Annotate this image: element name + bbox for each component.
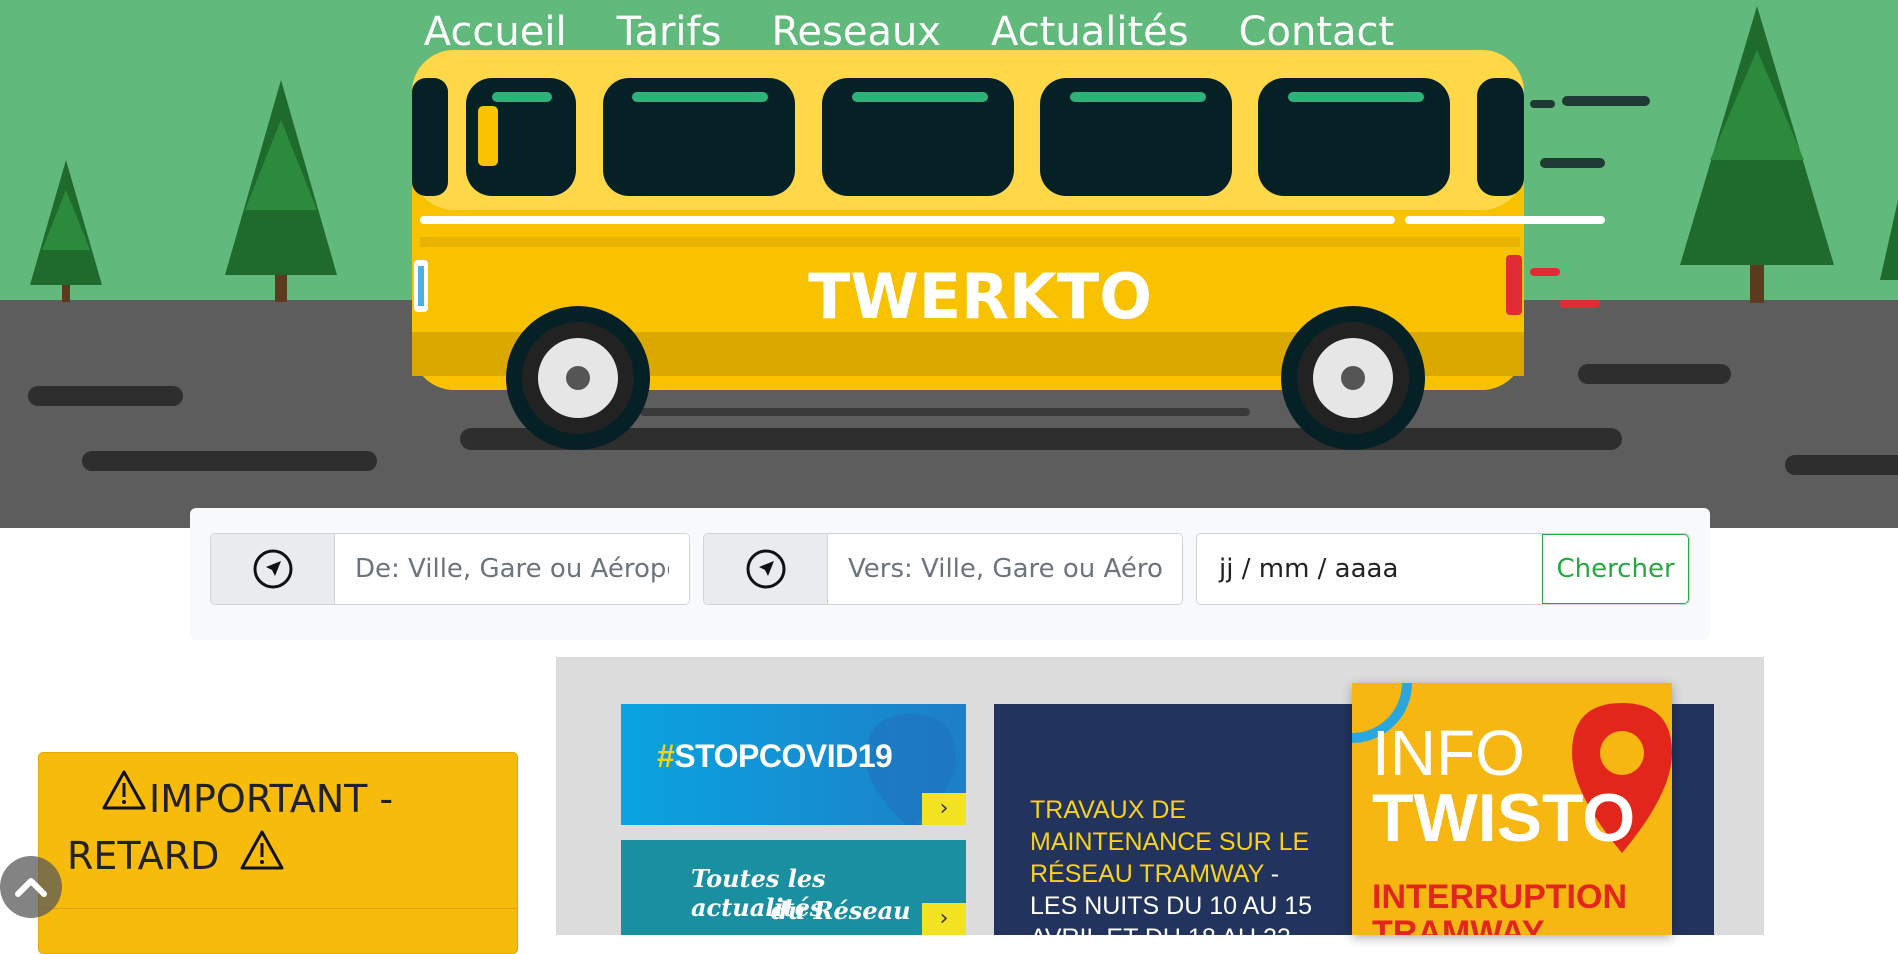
from-group	[210, 533, 690, 605]
to-group	[703, 533, 1183, 605]
stopcovid-card[interactable]: #STOPCOVID19 ›	[621, 704, 966, 825]
stopcovid-hash: #	[657, 738, 675, 774]
nav-accueil[interactable]: Accueil	[424, 8, 567, 56]
hero-banner: TWERKTO	[0, 0, 1898, 528]
chevron-up-icon	[15, 878, 47, 897]
date-input[interactable]: jj / mm / aaaa	[1197, 534, 1542, 604]
stopcovid-text: STOPCOVID19	[674, 738, 893, 774]
to-location-button[interactable]	[704, 534, 828, 604]
important-alert: IMPORTANT - RETARD	[38, 752, 518, 954]
navigation-arrow-icon	[253, 549, 292, 589]
alert-title: IMPORTANT - RETARD	[67, 777, 394, 878]
to-input[interactable]	[828, 534, 1182, 604]
bus-label: TWERKTO	[808, 260, 1152, 333]
poster-brand: TWISTO	[1372, 780, 1636, 856]
all-news-card[interactable]: Toutes les actualités du Réseau ›	[621, 840, 966, 935]
navigation-arrow-icon	[746, 549, 785, 589]
chevron-right-icon[interactable]: ›	[922, 903, 966, 935]
from-location-button[interactable]	[211, 534, 335, 604]
alert-divider	[39, 908, 517, 909]
trip-search-form: jj / mm / aaaa Chercher	[190, 508, 1710, 640]
nav-actualites[interactable]: Actualités	[991, 8, 1189, 56]
all-news-line2: du Réseau	[771, 896, 911, 925]
info-twisto-poster[interactable]: INFO TWISTO INTERRUPTION TRAMWAY	[1352, 683, 1672, 935]
bus-illustration: TWERKTO	[0, 0, 1898, 528]
search-button[interactable]: Chercher	[1542, 534, 1689, 604]
chevron-right-icon[interactable]: ›	[922, 793, 966, 825]
poster-info: INFO	[1372, 717, 1525, 789]
main-nav: Accueil Tarifs Reseaux Actualités Contac…	[0, 8, 1898, 56]
date-group: jj / mm / aaaa Chercher	[1196, 533, 1690, 605]
from-input[interactable]	[335, 534, 689, 604]
nav-contact[interactable]: Contact	[1239, 8, 1395, 56]
poster-subtitle: INTERRUPTION TRAMWAY	[1372, 878, 1627, 935]
scroll-top-button[interactable]	[0, 856, 62, 918]
nav-tarifs[interactable]: Tarifs	[617, 8, 722, 56]
nav-reseaux[interactable]: Reseaux	[771, 8, 941, 56]
